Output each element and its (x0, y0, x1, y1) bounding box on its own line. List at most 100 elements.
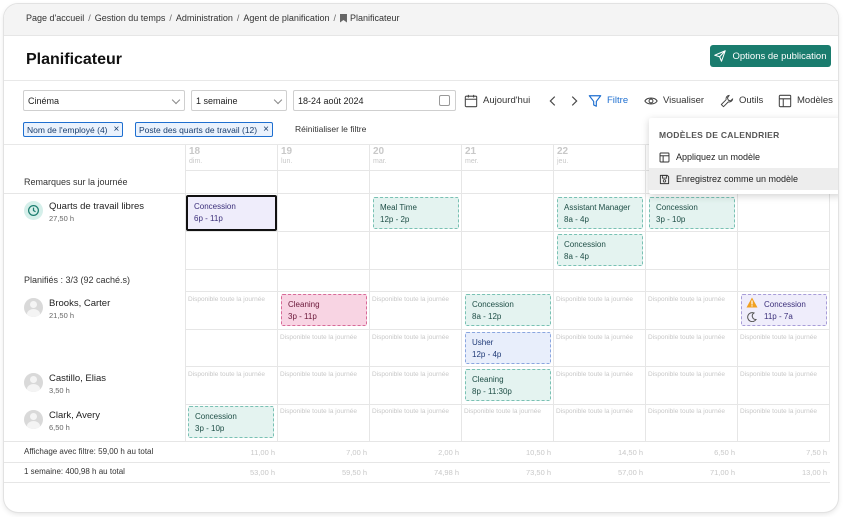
templates-label: Modèles (797, 95, 833, 106)
moon-icon (747, 312, 757, 322)
view-label: Visualiser (663, 95, 705, 106)
chevron-down-icon (273, 95, 283, 105)
shift-card[interactable]: Concession 3p - 10p (649, 197, 735, 229)
breadcrumb-current: Planificateur (349, 13, 400, 23)
range-value: 1 semaine (196, 95, 238, 106)
chip-employee-name-label: Nom de l'employé (4) (27, 124, 108, 135)
shift-card[interactable]: Concession 3p - 10p (188, 406, 274, 438)
save-as-template-label: Enregistrez comme un modèle (676, 174, 799, 184)
filter-icon (588, 94, 602, 107)
chip-shift-position-label: Poste des quarts de travail (12) (139, 124, 258, 135)
app-window: Page d'accueil / Gestion du temps / Admini… (4, 4, 838, 512)
day-total: 13,00 h (801, 468, 827, 477)
day-total: 7,00 h (346, 448, 367, 457)
location-select[interactable]: Cinéma (23, 90, 185, 111)
breadcrumb-scheduling-agent[interactable]: Agent de planification (243, 13, 329, 23)
filtered-total-label: Affichage avec filtre: 59,00 h au total (24, 447, 154, 456)
day-header[interactable]: 22 jeu. (557, 146, 568, 165)
today-button[interactable]: Aujourd'hui (464, 90, 530, 111)
availability-note: Disponible toute la journée (280, 408, 357, 415)
shift-card[interactable]: Meal Time 12p - 2p (373, 197, 459, 229)
day-total: 73,50 h (525, 468, 551, 477)
chevron-right-icon (571, 95, 578, 106)
availability-note: Disponible toute la journée (648, 371, 725, 378)
employee-name[interactable]: Brooks, Carter (49, 298, 110, 309)
breadcrumb-time-management[interactable]: Gestion du temps (95, 13, 166, 23)
day-total: 2,00 h (438, 448, 459, 457)
avatar (24, 410, 43, 429)
shift-card[interactable]: Concession 8a - 4p (557, 234, 643, 266)
chip-employee-name: Nom de l'employé (4) × (23, 122, 124, 137)
availability-note: Disponible toute la journée (188, 371, 265, 378)
bookmark-icon (339, 13, 347, 23)
shift-card[interactable]: Usher 12p - 4p (465, 332, 551, 364)
day-total: 6,50 h (714, 448, 735, 457)
today-label: Aujourd'hui (483, 95, 531, 106)
date-range-input[interactable]: 18-24 août 2024 (293, 90, 456, 111)
employee-row: Brooks, Carter 21,50 h (24, 298, 110, 320)
breadcrumb-bar: Page d'accueil / Gestion du temps / Admini… (4, 4, 838, 36)
availability-note: Disponible toute la journée (556, 371, 633, 378)
availability-note: Disponible toute la journée (556, 296, 633, 303)
clock-icon (24, 201, 43, 220)
apply-template-item[interactable]: Appliquez un modèle (649, 146, 838, 168)
availability-note: Disponible toute la journée (372, 371, 449, 378)
tools-button[interactable]: Outils (720, 90, 763, 111)
reset-filter-link[interactable]: Réinitialiser le filtre (295, 124, 366, 134)
employee-hours: 21,50 h (49, 311, 75, 320)
templates-button[interactable]: Modèles (778, 90, 833, 111)
availability-note: Disponible toute la journée (648, 408, 725, 415)
day-total: 53,00 h (249, 468, 275, 477)
close-icon[interactable]: × (114, 124, 120, 135)
chevron-left-icon (549, 95, 556, 106)
view-button[interactable]: Visualiser (644, 90, 704, 111)
shift-card[interactable]: Cleaning 3p - 11p (281, 294, 367, 326)
day-total: 14,50 h (617, 448, 643, 457)
eye-icon (644, 97, 658, 104)
day-header[interactable]: 20 mar. (373, 146, 387, 165)
chevron-down-icon (171, 95, 181, 105)
shift-card[interactable]: Assistant Manager 8a - 4p (557, 197, 643, 229)
shift-card[interactable]: Concession 8a - 12p (465, 294, 551, 326)
day-total: 11,00 h (250, 448, 275, 457)
employee-row: Clark, Avery 6,50 h (24, 410, 100, 432)
filter-button[interactable]: Filtre (588, 90, 628, 111)
breadcrumb: Page d'accueil / Gestion du temps / Admini… (26, 13, 400, 23)
template-icon (778, 94, 792, 107)
employee-name[interactable]: Clark, Avery (49, 410, 100, 421)
publish-options-label: Options de publication (732, 50, 827, 62)
day-header[interactable]: 19 lun. (281, 146, 292, 165)
close-icon[interactable]: × (263, 124, 269, 135)
breadcrumb-home[interactable]: Page d'accueil (26, 13, 84, 23)
employee-hours: 6,50 h (49, 423, 70, 432)
employee-name[interactable]: Castillo, Elias (49, 373, 106, 384)
avatar (24, 298, 43, 317)
availability-note: Disponible toute la journée (372, 334, 449, 341)
save-as-template-item[interactable]: Enregistrez comme un modèle (649, 168, 838, 190)
open-shifts-row: Quarts de travail libres 27,50 h (24, 201, 144, 223)
next-week-button[interactable] (567, 90, 581, 111)
availability-note: Disponible toute la journée (556, 408, 633, 415)
day-header[interactable]: 18 dim. (189, 146, 202, 165)
warning-icon (746, 297, 758, 308)
range-select[interactable]: 1 semaine (191, 90, 287, 111)
breadcrumb-administration[interactable]: Administration (176, 13, 233, 23)
availability-note: Disponible toute la journée (740, 334, 817, 341)
templates-menu: MODÈLES DE CALENDRIER Appliquez un modèl… (649, 118, 838, 194)
availability-note: Disponible toute la journée (648, 334, 725, 341)
calendar-icon (439, 95, 450, 106)
open-shifts-name: Quarts de travail libres (49, 201, 145, 212)
day-total: 71,00 h (709, 468, 735, 477)
apply-template-label: Appliquez un modèle (676, 152, 761, 162)
previous-week-button[interactable] (546, 90, 560, 111)
availability-note: Disponible toute la journée (280, 371, 357, 378)
employee-hours: 3,50 h (49, 386, 70, 395)
availability-note: Disponible toute la journée (648, 296, 725, 303)
publish-options-button[interactable]: Options de publication (710, 45, 831, 67)
calendar-icon (464, 94, 478, 107)
templates-menu-header: MODÈLES DE CALENDRIER (659, 130, 780, 140)
shift-card[interactable]: Cleaning 8p - 11:30p (465, 369, 551, 401)
day-header[interactable]: 21 mer. (465, 146, 479, 165)
day-total: 59,50 h (341, 468, 367, 477)
shift-card[interactable]: Concession 6p - 11p (186, 195, 277, 231)
